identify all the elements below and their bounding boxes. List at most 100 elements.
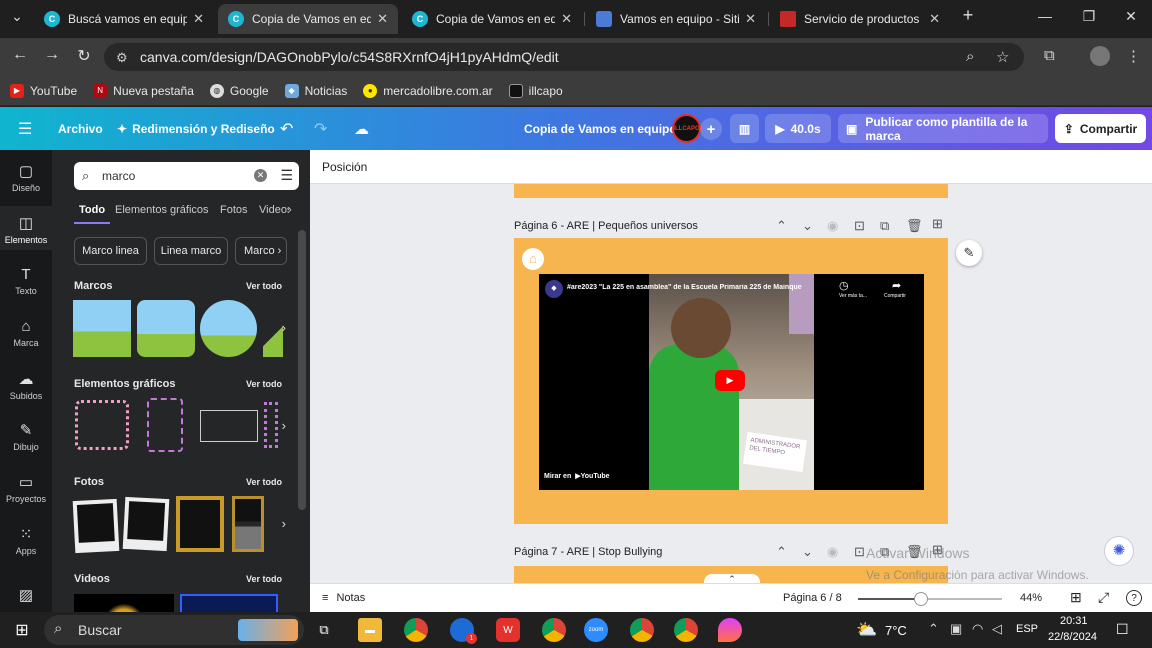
close-icon[interactable]: ✕ xyxy=(561,11,572,27)
lock-icon[interactable]: ⊡ xyxy=(854,544,865,560)
zoom-level[interactable]: 44% xyxy=(1020,592,1042,604)
scroll-right-icon[interactable]: › xyxy=(282,320,286,335)
notifications-icon[interactable]: ☐ xyxy=(1116,621,1129,638)
tab-elementos-graficos[interactable]: Elementos gráficos xyxy=(115,204,209,216)
site-info-icon[interactable]: ⚙ xyxy=(116,50,128,66)
rail-item-apps[interactable]: ⁙ Apps xyxy=(0,525,52,556)
rail-item-more[interactable]: ▨ xyxy=(0,586,52,607)
lock-icon[interactable]: ⊡ xyxy=(854,218,865,234)
chip-marco[interactable]: Marco › xyxy=(235,237,287,265)
duplicate-icon[interactable]: ⧉ xyxy=(880,218,889,234)
language-indicator[interactable]: ESP xyxy=(1016,623,1038,635)
present-button[interactable]: ▶ 40.0s xyxy=(765,114,831,143)
rail-item-elementos[interactable]: ◫ Elementos xyxy=(0,206,52,250)
app-badge-icon[interactable]: 1 xyxy=(450,618,477,644)
position-button[interactable]: Posición xyxy=(322,160,367,174)
close-icon[interactable]: ✕ xyxy=(193,11,204,27)
page-indicator[interactable]: Página 6 / 8 xyxy=(783,592,842,604)
scroll-right-icon[interactable]: › xyxy=(282,418,286,433)
close-icon[interactable]: ✕ xyxy=(745,11,756,27)
frame-thumbnail[interactable] xyxy=(137,300,195,357)
frame-thumbnail[interactable] xyxy=(263,300,283,357)
rail-item-diseno[interactable]: ▢ Diseño xyxy=(0,162,52,193)
zoom-app-icon[interactable]: zoom xyxy=(584,618,608,642)
bookmark-illcapo[interactable]: illcapo xyxy=(508,83,563,98)
chrome-icon[interactable] xyxy=(404,618,428,642)
url-field[interactable]: ⚙ canva.com/design/DAGOnobPylo/c54S8RXrn… xyxy=(104,43,1024,71)
pages-drawer-chevron-icon[interactable]: ⌃ xyxy=(704,574,760,583)
volume-icon[interactable]: ◁ xyxy=(992,621,1002,637)
photo-thumbnail[interactable] xyxy=(176,496,224,552)
bookmark-star-icon[interactable]: ☆ xyxy=(996,48,1009,66)
add-page-icon[interactable]: ⊞ xyxy=(932,216,943,232)
browser-tab-4[interactable]: Vamos en equipo - Sitio web ✕ xyxy=(586,4,766,34)
magic-assistant-icon[interactable]: ✺ xyxy=(1104,536,1134,566)
chrome-second-profile-icon[interactable] xyxy=(674,618,698,642)
forward-arrow-icon[interactable]: → xyxy=(40,46,64,64)
tab-list-chevron-icon[interactable]: ⌄ xyxy=(0,8,34,25)
search-input[interactable]: ⌕ marco ✕ ☰ xyxy=(74,162,299,190)
bookmark-nueva-pestana[interactable]: N Nueva pestaña xyxy=(93,83,194,98)
see-all-fotos[interactable]: Ver todo xyxy=(246,477,282,487)
bookmark-mercadolibre[interactable]: ● mercadolibre.com.ar xyxy=(363,83,493,98)
youtube-play-button[interactable]: ▶ xyxy=(715,370,745,391)
publish-template-button[interactable]: ▣ Publicar como plantilla de la marca xyxy=(838,114,1048,143)
trash-icon[interactable]: 🗑 xyxy=(906,218,923,234)
hide-eye-icon[interactable]: ◉ xyxy=(827,218,838,234)
tab-todo[interactable]: Todo xyxy=(79,204,105,216)
resize-button[interactable]: ✦ Redimensión y Rediseño xyxy=(117,107,275,150)
document-title[interactable]: Copia de Vamos en equipo xyxy=(524,107,677,150)
redo-icon[interactable]: ↷ xyxy=(314,107,327,150)
device-icon[interactable]: ▣ xyxy=(950,621,962,637)
grid-view-icon[interactable]: ⊞ xyxy=(1070,589,1082,606)
rail-item-subidos[interactable]: ☁ Subidos xyxy=(0,370,52,401)
page-7-title[interactable]: Página 7 - ARE | Stop Bullying xyxy=(514,546,662,558)
insights-chart-icon[interactable]: ▥ xyxy=(730,114,759,143)
file-explorer-icon[interactable]: ▬ xyxy=(358,618,382,642)
page-6-title[interactable]: Página 6 - ARE | Pequeños universos xyxy=(514,220,698,232)
browser-menu-icon[interactable]: ⋮ xyxy=(1126,47,1141,65)
graphic-thumbnail[interactable] xyxy=(264,402,278,448)
restore-icon[interactable]: ❐ xyxy=(1066,8,1112,25)
zoom-slider-knob[interactable] xyxy=(914,592,928,606)
share-button[interactable]: ⇪ Compartir xyxy=(1055,114,1146,143)
fullscreen-icon[interactable]: ⤢ xyxy=(1098,589,1109,606)
taskbar-search[interactable]: ⌕ Buscar xyxy=(44,615,304,645)
watch-later-clock-icon[interactable]: ◷ xyxy=(839,279,849,292)
embedded-youtube-video[interactable]: ADMINISTRADOR DEL TIEMPO ◆ #are2023 "La … xyxy=(539,274,924,490)
wifi-icon[interactable]: ◠ xyxy=(972,621,983,637)
menu-hamburger-icon[interactable]: ☰ xyxy=(18,107,32,150)
clear-search-icon[interactable]: ✕ xyxy=(254,169,267,182)
reload-icon[interactable]: ↻ xyxy=(72,46,96,66)
watch-on-youtube-button[interactable]: Mirar en ▶ YouTube xyxy=(539,466,615,486)
photo-thumbnail[interactable] xyxy=(72,498,120,554)
extensions-icon[interactable]: ⧉ xyxy=(1044,47,1055,64)
panel-scrollbar[interactable] xyxy=(298,230,306,510)
move-up-icon[interactable]: ⌃ xyxy=(776,218,787,234)
frame-thumbnail[interactable] xyxy=(200,300,257,357)
graphic-thumbnail[interactable] xyxy=(75,400,129,450)
add-collaborator-plus-icon[interactable]: + xyxy=(700,118,722,140)
window-close-icon[interactable]: ✕ xyxy=(1108,8,1152,25)
rail-item-dibujo[interactable]: ✎ Dibujo xyxy=(0,421,52,452)
chip-marco-linea[interactable]: Marco linea xyxy=(74,237,147,265)
tray-chevron-icon[interactable]: ⌃ xyxy=(928,621,939,637)
user-avatar[interactable]: ILLCAPO xyxy=(672,114,701,143)
close-icon[interactable]: ✕ xyxy=(929,11,940,27)
photo-thumbnail[interactable] xyxy=(122,496,170,552)
chip-linea-marco[interactable]: Linea marco xyxy=(154,237,228,265)
video-thumbnail[interactable] xyxy=(180,594,278,612)
chrome-active-icon[interactable] xyxy=(630,618,654,642)
graphic-thumbnail[interactable] xyxy=(147,398,183,452)
frame-thumbnail[interactable] xyxy=(73,300,131,357)
rail-item-marca[interactable]: ⌂ Marca xyxy=(0,318,52,348)
channel-avatar[interactable]: ◆ xyxy=(545,280,563,298)
move-down-icon[interactable]: ⌄ xyxy=(802,218,813,234)
filter-sliders-icon[interactable]: ☰ xyxy=(280,167,293,184)
see-all-videos[interactable]: Ver todo xyxy=(246,574,282,584)
task-view-icon[interactable]: ⧉ xyxy=(312,618,336,642)
move-down-icon[interactable]: ⌄ xyxy=(802,544,813,560)
temperature[interactable]: 7°C xyxy=(885,623,907,638)
page-5-canvas[interactable] xyxy=(514,184,948,198)
weather-cloud-icon[interactable]: ⛅ xyxy=(856,620,877,640)
